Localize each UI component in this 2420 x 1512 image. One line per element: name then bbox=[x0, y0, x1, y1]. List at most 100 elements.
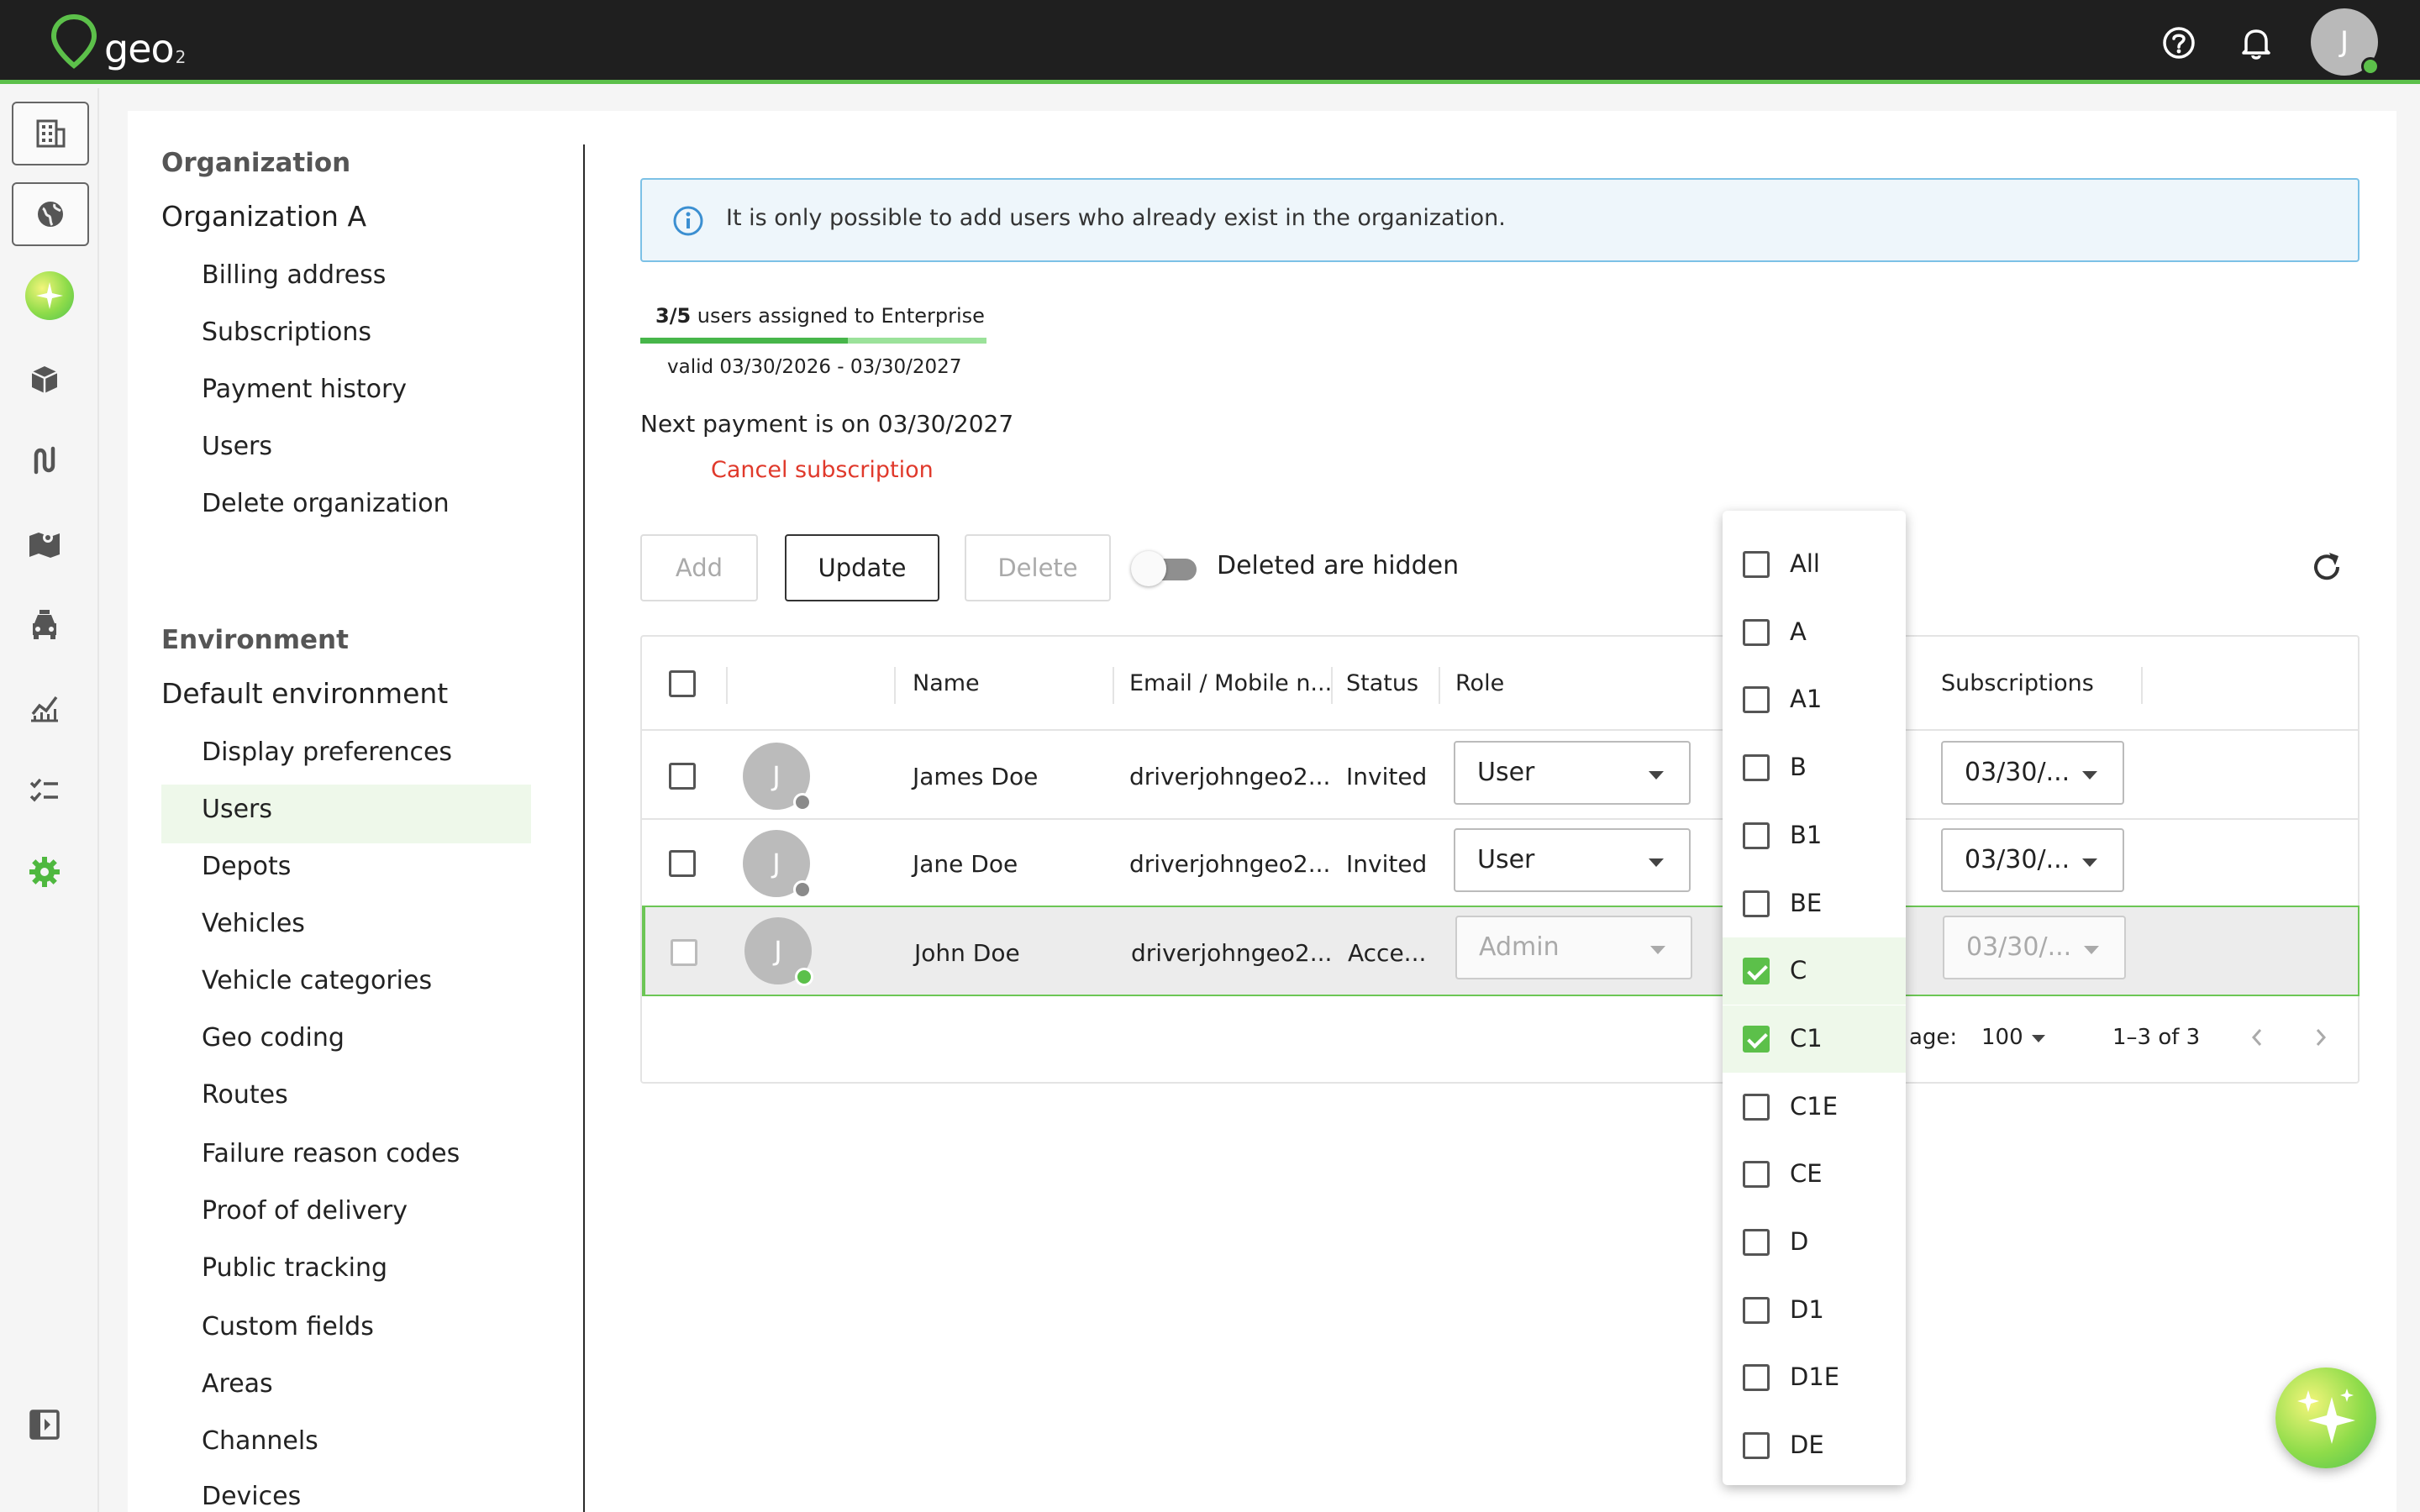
checkbox-unchecked[interactable] bbox=[1743, 1364, 1770, 1392]
chevron-right-icon[interactable] bbox=[2311, 1025, 2331, 1050]
package-icon[interactable] bbox=[22, 357, 67, 402]
nav-item-areas[interactable]: Areas bbox=[202, 1368, 273, 1401]
status-dot bbox=[793, 880, 812, 899]
refresh-icon[interactable] bbox=[2307, 548, 2346, 586]
user-avatar-initial: J bbox=[2339, 25, 2349, 59]
subscription-select[interactable]: 03/30/... bbox=[1943, 916, 2126, 979]
license-option[interactable]: All bbox=[1723, 531, 1906, 598]
deleted-toggle-label: Deleted are hidden bbox=[1217, 551, 1460, 580]
role-select[interactable]: User bbox=[1454, 828, 1691, 892]
license-option-label: B1 bbox=[1790, 820, 1823, 849]
checkbox-unchecked[interactable] bbox=[1743, 618, 1770, 646]
row-checkbox[interactable] bbox=[669, 763, 696, 790]
gear-icon[interactable] bbox=[22, 849, 67, 895]
subscription-select[interactable]: 03/30/... bbox=[1941, 828, 2124, 892]
assistant-fab[interactable] bbox=[2275, 1368, 2376, 1468]
checkbox-unchecked[interactable] bbox=[1743, 1229, 1770, 1256]
role-select[interactable]: User bbox=[1454, 741, 1691, 805]
user-email: driverjohngeo2... bbox=[1129, 763, 1331, 790]
checkbox-unchecked[interactable] bbox=[1743, 890, 1770, 917]
env-title[interactable]: Default environment bbox=[161, 677, 448, 710]
role-value: Admin bbox=[1479, 932, 1560, 962]
nav-item-payment-history[interactable]: Payment history bbox=[202, 373, 407, 407]
checklist-icon[interactable] bbox=[22, 767, 67, 812]
license-option[interactable]: A bbox=[1723, 599, 1906, 666]
nav-item-geo-coding[interactable]: Geo coding bbox=[202, 1021, 345, 1055]
nav-item-depots[interactable]: Depots bbox=[202, 850, 291, 884]
nav-item-failure-reason-codes[interactable]: Failure reason codes bbox=[202, 1137, 460, 1171]
route-icon[interactable] bbox=[22, 438, 67, 483]
analytics-icon[interactable] bbox=[22, 685, 67, 730]
user-avatar[interactable]: J bbox=[2311, 8, 2380, 76]
license-option[interactable]: BE bbox=[1723, 870, 1906, 937]
app-logo[interactable]: geo 2 bbox=[49, 12, 186, 71]
license-option-label: D1 bbox=[1790, 1294, 1824, 1324]
subscription-select[interactable]: 03/30/... bbox=[1941, 741, 2124, 805]
add-button[interactable]: Add bbox=[640, 534, 758, 601]
license-option[interactable]: B bbox=[1723, 734, 1906, 801]
nav-item-vehicle-categories[interactable]: Vehicle categories bbox=[202, 964, 432, 998]
nav-item-billing-address[interactable]: Billing address bbox=[202, 259, 386, 292]
nav-item-org-users[interactable]: Users bbox=[202, 430, 272, 464]
license-option[interactable]: D1E bbox=[1723, 1344, 1906, 1411]
column-separator bbox=[1439, 667, 1440, 704]
car-icon[interactable] bbox=[22, 602, 67, 648]
license-option[interactable]: D1 bbox=[1723, 1277, 1906, 1344]
license-option[interactable]: A1 bbox=[1723, 666, 1906, 733]
license-option[interactable]: B1 bbox=[1723, 802, 1906, 869]
collapse-sidebar-icon[interactable] bbox=[22, 1402, 67, 1447]
license-option[interactable]: C1E bbox=[1723, 1074, 1906, 1141]
checkbox-unchecked[interactable] bbox=[1743, 1093, 1770, 1121]
license-option[interactable]: D bbox=[1723, 1209, 1906, 1276]
deleted-toggle-knob[interactable] bbox=[1131, 551, 1166, 586]
role-select[interactable]: Admin bbox=[1455, 916, 1692, 979]
column-header-email[interactable]: Email / Mobile n... bbox=[1129, 670, 1332, 696]
column-header-subscriptions[interactable]: Subscriptions bbox=[1941, 670, 2094, 696]
cancel-subscription-link[interactable]: Cancel subscription bbox=[711, 457, 934, 483]
checkbox-checked[interactable] bbox=[1743, 1025, 1770, 1053]
building-icon[interactable] bbox=[12, 102, 89, 165]
globe-icon[interactable] bbox=[12, 182, 89, 246]
nav-item-proof-of-delivery[interactable]: Proof of delivery bbox=[202, 1194, 408, 1228]
nav-item-devices[interactable]: Devices bbox=[202, 1480, 301, 1512]
license-option[interactable]: C1 bbox=[1723, 1005, 1906, 1073]
nav-item-env-users[interactable]: Users bbox=[202, 793, 272, 827]
chevron-left-icon[interactable] bbox=[2247, 1025, 2267, 1050]
chevron-down-icon[interactable] bbox=[2032, 1035, 2045, 1042]
checkbox-unchecked[interactable] bbox=[1743, 551, 1770, 578]
checkbox-unchecked[interactable] bbox=[1743, 686, 1770, 714]
nav-item-delete-organization[interactable]: Delete organization bbox=[202, 487, 450, 521]
checkbox-checked[interactable] bbox=[1743, 958, 1770, 985]
checkbox-unchecked[interactable] bbox=[1743, 822, 1770, 849]
checkbox-unchecked[interactable] bbox=[1743, 1161, 1770, 1189]
rows-per-page-select[interactable]: 100 bbox=[1981, 1025, 2023, 1050]
delete-button[interactable]: Delete bbox=[965, 534, 1111, 601]
nav-item-display-preferences[interactable]: Display preferences bbox=[202, 736, 452, 769]
row-checkbox[interactable] bbox=[671, 939, 697, 966]
nav-item-routes[interactable]: Routes bbox=[202, 1079, 288, 1112]
license-option[interactable]: C bbox=[1723, 937, 1906, 1005]
update-button[interactable]: Update bbox=[785, 534, 939, 601]
checkbox-unchecked[interactable] bbox=[1743, 1432, 1770, 1460]
column-header-status[interactable]: Status bbox=[1346, 670, 1418, 696]
bell-icon[interactable] bbox=[2237, 24, 2275, 62]
checkbox-unchecked[interactable] bbox=[1743, 754, 1770, 782]
checkbox-unchecked[interactable] bbox=[1743, 1296, 1770, 1324]
nav-item-custom-fields[interactable]: Custom fields bbox=[202, 1310, 374, 1344]
column-header-name[interactable]: Name bbox=[913, 670, 980, 696]
column-header-role[interactable]: Role bbox=[1455, 670, 1504, 696]
assistant-icon[interactable] bbox=[25, 271, 74, 320]
nav-item-channels[interactable]: Channels bbox=[202, 1425, 318, 1458]
license-option[interactable]: DE bbox=[1723, 1412, 1906, 1479]
help-icon[interactable] bbox=[2160, 24, 2198, 62]
map-icon[interactable] bbox=[22, 520, 67, 565]
subscription-value: 03/30/... bbox=[1965, 845, 2070, 874]
nav-item-vehicles[interactable]: Vehicles bbox=[202, 907, 305, 941]
license-option[interactable]: CE bbox=[1723, 1141, 1906, 1208]
row-checkbox[interactable] bbox=[669, 850, 696, 877]
sparkle-icon bbox=[2297, 1389, 2355, 1444]
select-all-checkbox[interactable] bbox=[669, 670, 696, 697]
org-title[interactable]: Organization A bbox=[161, 200, 366, 233]
nav-item-subscriptions[interactable]: Subscriptions bbox=[202, 316, 371, 349]
nav-item-public-tracking[interactable]: Public tracking bbox=[202, 1252, 387, 1285]
